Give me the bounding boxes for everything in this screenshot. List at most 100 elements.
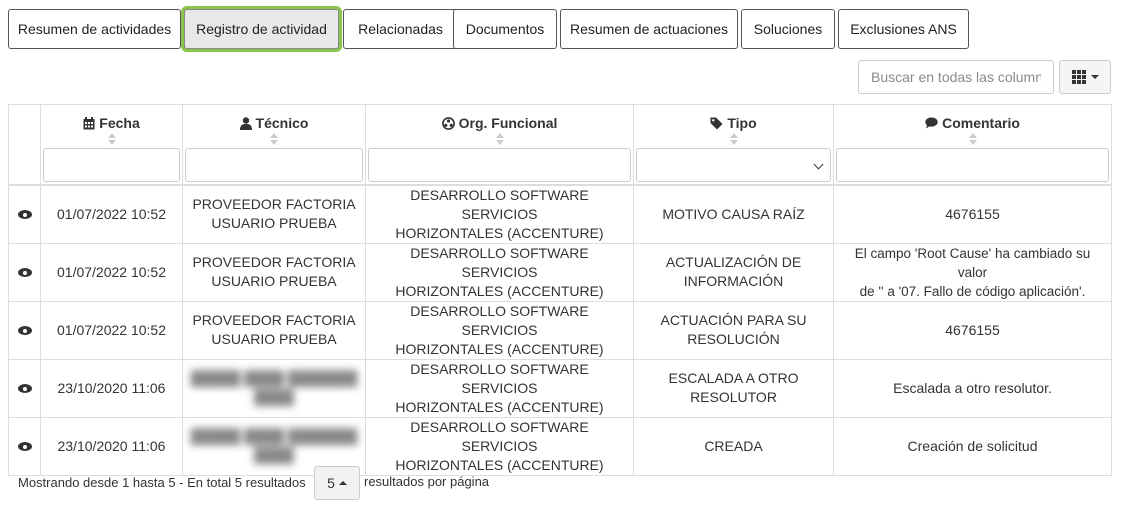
cell-org-line1: DESARROLLO SOFTWARE SERVICIOS: [410, 186, 589, 222]
cell-org-line1: DESARROLLO SOFTWARE SERVICIOS: [410, 360, 589, 396]
cell-tipo: CREADA: [633, 416, 834, 476]
cell-comentario-line1: Escalada a otro resolutor.: [893, 379, 1052, 396]
cell-comentario: 4676155: [833, 300, 1112, 360]
header-comentario-label: Comentario: [942, 115, 1020, 131]
eye-icon[interactable]: [17, 268, 32, 278]
tab-registro-actividad[interactable]: Registro de actividad: [184, 9, 339, 49]
view-cell[interactable]: [8, 416, 41, 476]
cell-tipo-line1: MOTIVO CAUSA RAÍZ: [662, 205, 805, 222]
view-cell[interactable]: [8, 358, 41, 418]
sort-icon[interactable]: [107, 133, 116, 145]
table-row: 01/07/2022 10:52 PROVEEDOR FACTORIA USUAR…: [8, 242, 1112, 302]
cell-comentario: El campo 'Root Cause' ha cambiado su val…: [833, 242, 1112, 302]
tab-resumen-actividades[interactable]: Resumen de actividades: [8, 9, 181, 49]
org-icon: [441, 116, 455, 130]
tab-documentos[interactable]: Documentos: [453, 9, 557, 49]
caret-up-icon: [338, 481, 347, 485]
cell-tecnico: PROVEEDOR FACTORIA USUARIO PRUEBA: [182, 184, 366, 244]
view-cell[interactable]: [8, 184, 41, 244]
chevron-down-icon: [813, 159, 824, 170]
cell-comentario-line2: de '' a '07. Fallo de código aplicación'…: [859, 283, 1086, 299]
cell-org-line1: DESARROLLO SOFTWARE SERVICIOS: [410, 418, 589, 454]
cell-comentario-line1: 4676155: [945, 205, 1000, 222]
cell-org-line2: HORIZONTALES (ACCENTURE): [395, 224, 604, 241]
cell-fecha: 23/10/2020 11:06: [40, 358, 183, 418]
eye-icon[interactable]: [17, 384, 32, 394]
header-fecha-label: Fecha: [99, 115, 140, 131]
header-tipo: Tipo: [633, 104, 834, 186]
page-size-value: 5: [327, 475, 335, 491]
tab-soluciones[interactable]: Soluciones: [741, 9, 835, 49]
cell-tipo-line1: ACTUACIÓN PARA SU: [660, 312, 807, 328]
header-org-sort[interactable]: Org. Funcional: [366, 114, 633, 132]
cell-org-line2: HORIZONTALES (ACCENTURE): [395, 282, 604, 299]
grid-icon: [1071, 70, 1086, 84]
sort-icon[interactable]: [495, 133, 504, 145]
header-tecnico-label: Técnico: [255, 115, 309, 131]
cell-org: DESARROLLO SOFTWARE SERVICIOS HORIZONTALE…: [365, 300, 634, 360]
header-actions: [8, 104, 41, 186]
header-fecha: Fecha: [40, 104, 183, 186]
filter-fecha-input[interactable]: [43, 148, 180, 182]
cell-tecnico-line1: PROVEEDOR FACTORIA: [192, 254, 356, 270]
cell-tipo-line1: ESCALADA A OTRO: [668, 370, 799, 386]
cell-tecnico-line1: PROVEEDOR FACTORIA: [192, 196, 356, 212]
tab-resumen-actuaciones[interactable]: Resumen de actuaciones: [560, 9, 738, 49]
header-comentario: Comentario: [833, 104, 1112, 186]
cell-comentario: 4676155: [833, 184, 1112, 244]
cell-tecnico-redacted: █████ ████ ███████ ████: [182, 358, 366, 418]
redacted-text: █████ ████ ███████ ████: [190, 428, 358, 463]
cell-tipo: ESCALADA A OTRO RESOLUTOR: [633, 358, 834, 418]
sort-icon[interactable]: [270, 133, 278, 145]
header-tecnico-sort[interactable]: Técnico: [183, 114, 365, 132]
header-tipo-sort[interactable]: Tipo: [634, 114, 833, 132]
caret-down-icon: [1090, 75, 1099, 79]
cell-org-line2: HORIZONTALES (ACCENTURE): [395, 398, 604, 415]
table-row: 23/10/2020 11:06 █████ ████ ███████ ████ …: [8, 358, 1112, 418]
eye-icon[interactable]: [17, 326, 32, 336]
header-comentario-sort[interactable]: Comentario: [834, 114, 1111, 132]
header-tipo-label: Tipo: [727, 115, 757, 131]
eye-icon[interactable]: [17, 442, 32, 452]
columns-toggle-button[interactable]: [1059, 60, 1111, 94]
page-size-dropdown[interactable]: 5: [314, 466, 360, 500]
header-org-label: Org. Funcional: [458, 115, 558, 131]
cell-tecnico-line2: USUARIO PRUEBA: [211, 273, 337, 289]
eye-icon[interactable]: [17, 210, 32, 220]
per-page-label: resultados por página: [364, 474, 490, 489]
cell-tipo: MOTIVO CAUSA RAÍZ: [633, 184, 834, 244]
cell-tecnico-line1: PROVEEDOR FACTORIA: [192, 312, 356, 328]
pagination-summary: Mostrando desde 1 hasta 5 - En total 5 r…: [18, 475, 306, 490]
sort-icon[interactable]: [729, 133, 738, 145]
table-row: 23/10/2020 11:06 █████ ████ ███████ ████ …: [8, 416, 1112, 476]
comment-icon: [925, 117, 938, 129]
cell-comentario: Escalada a otro resolutor.: [833, 358, 1112, 418]
view-cell[interactable]: [8, 242, 41, 302]
tab-relacionadas[interactable]: Relacionadas: [343, 9, 458, 49]
cell-tipo-line2: RESOLUTOR: [690, 389, 777, 405]
header-fecha-sort[interactable]: Fecha: [41, 114, 182, 132]
cell-tipo-line1: CREADA: [704, 437, 763, 454]
filter-tipo-select[interactable]: [636, 148, 831, 182]
cell-tecnico: PROVEEDOR FACTORIA USUARIO PRUEBA: [182, 300, 366, 360]
cell-fecha: 01/07/2022 10:52: [40, 184, 183, 244]
header-org-funcional: Org. Funcional: [365, 104, 634, 186]
filter-tecnico-input[interactable]: [185, 148, 363, 182]
sort-icon[interactable]: [968, 133, 977, 145]
cell-org-line2: HORIZONTALES (ACCENTURE): [395, 456, 604, 473]
cell-org: DESARROLLO SOFTWARE SERVICIOS HORIZONTALE…: [365, 358, 634, 418]
cell-comentario-line1: 4676155: [945, 321, 1000, 338]
tag-icon: [710, 117, 723, 129]
cell-org: DESARROLLO SOFTWARE SERVICIOS HORIZONTALE…: [365, 184, 634, 244]
cell-comentario-line1: El campo 'Root Cause' ha cambiado su val…: [854, 245, 1091, 280]
cell-org-line1: DESARROLLO SOFTWARE SERVICIOS: [410, 244, 589, 280]
search-input[interactable]: [858, 60, 1054, 94]
tab-exclusiones-ans[interactable]: Exclusiones ANS: [838, 9, 969, 49]
filter-org-input[interactable]: [368, 148, 631, 182]
cell-tecnico-line2: USUARIO PRUEBA: [211, 331, 337, 347]
view-cell[interactable]: [8, 300, 41, 360]
filter-comentario-input[interactable]: [836, 148, 1109, 182]
table-header-row: Fecha Técnico Org. Funcional Tipo Coment…: [8, 104, 1112, 186]
activity-log-table: Fecha Técnico Org. Funcional Tipo Coment…: [8, 104, 1112, 476]
cell-tecnico-line2: USUARIO PRUEBA: [211, 215, 337, 231]
